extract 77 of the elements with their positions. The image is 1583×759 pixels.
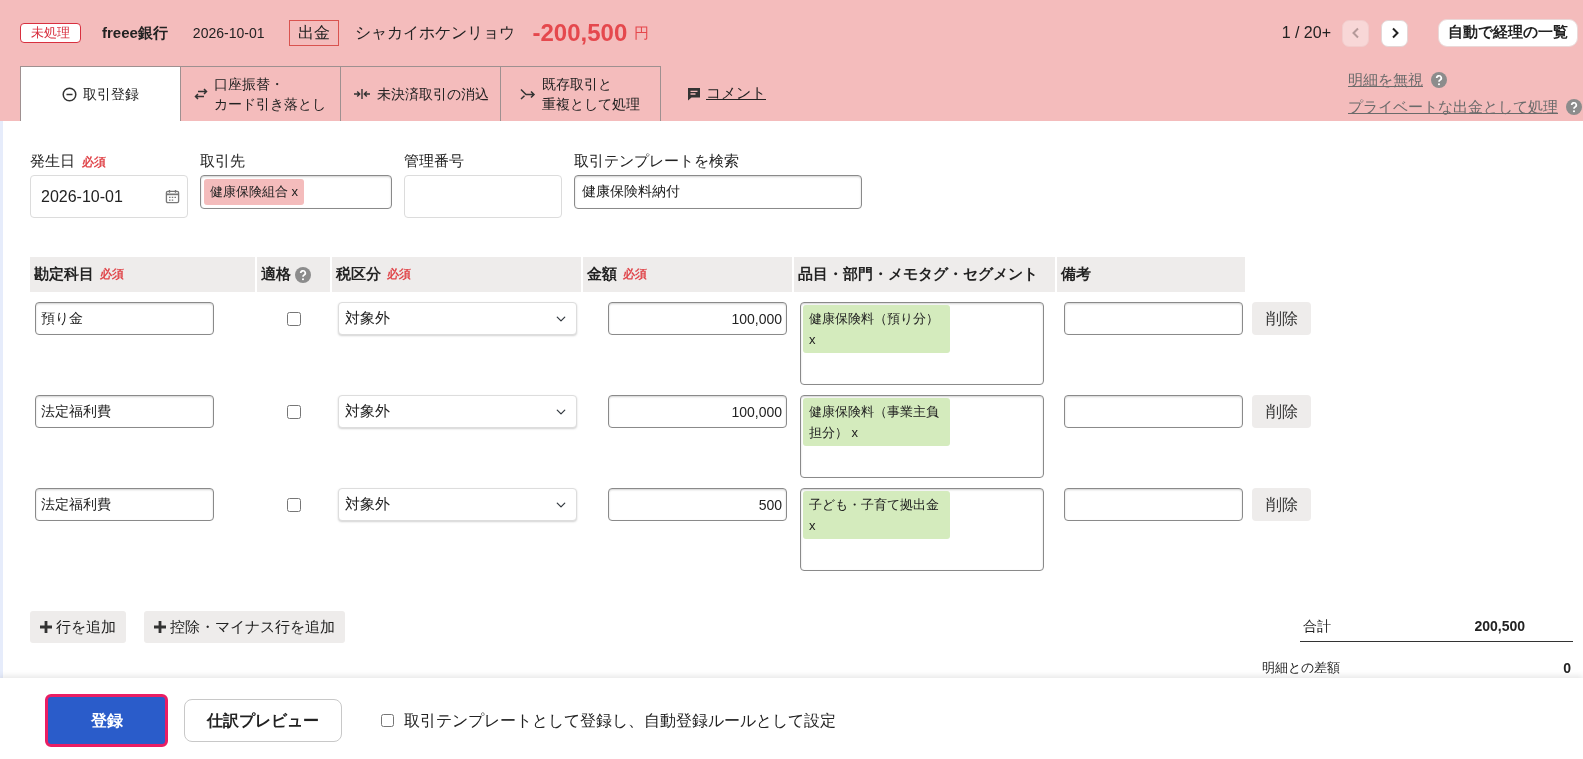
column-label: 税区分	[336, 264, 381, 285]
memo-field[interactable]	[1064, 395, 1243, 428]
checkbox[interactable]	[286, 312, 301, 326]
delete-button[interactable]: 削除	[1252, 302, 1311, 335]
merge-arrow-icon	[519, 88, 536, 100]
required-label: 必須	[623, 266, 647, 282]
amount-text: -200,500	[532, 18, 628, 48]
tax-select[interactable]: 対象外	[338, 395, 577, 428]
tag[interactable]: 健康保険組合 x	[204, 179, 305, 205]
checkbox-label[interactable]: 取引テンプレートとして登録し、自動登録ルールとして設定	[404, 708, 836, 733]
input-field[interactable]	[404, 175, 562, 218]
account-field[interactable]: 預り金	[35, 302, 214, 335]
converging-arrows-icon	[352, 88, 371, 100]
tag-field[interactable]: 健康保険料（事業主負担分） x	[800, 395, 1044, 478]
add-row-button[interactable]: 行を追加	[30, 611, 126, 643]
tag-field[interactable]: 子ども・子育て拠出金 x	[800, 488, 1044, 571]
tag[interactable]: 健康保険料（事業主負担分） x	[803, 398, 950, 446]
comment-link[interactable]: コメント	[687, 82, 766, 105]
amount-field[interactable]: 100,000	[608, 395, 787, 428]
preview-button[interactable]: 仕訳プレビュー	[184, 699, 342, 742]
swap-arrows-icon	[193, 88, 208, 100]
minus-circle-icon	[62, 86, 77, 102]
delete-button[interactable]: 削除	[1252, 488, 1311, 521]
description-text: シャカイホケンリョウ	[355, 23, 516, 44]
field-label: 取引先	[200, 151, 245, 171]
tag-field[interactable]: 健康保険料（預り分） x	[800, 302, 1044, 385]
transaction-date: 2026-10-01	[192, 23, 265, 43]
account-field[interactable]: 法定福利費	[35, 395, 214, 428]
help-icon	[1566, 99, 1582, 115]
field-label: 発生日	[30, 151, 75, 171]
difference-label: 明細との差額	[1262, 659, 1340, 677]
status-badge: 未処理	[20, 23, 81, 43]
checkbox[interactable]	[286, 405, 301, 419]
tab[interactable]: 既存取引と重複として処理	[500, 66, 661, 121]
column-label: 品目・部門・メモタグ・セグメント	[798, 264, 1038, 285]
help-icon	[1431, 72, 1447, 88]
amount-field[interactable]: 100,000	[608, 302, 787, 335]
chevron-left-icon	[1350, 27, 1361, 39]
memo-field[interactable]	[1064, 488, 1243, 521]
checkbox[interactable]	[286, 498, 301, 512]
column-label: 金額	[587, 264, 617, 285]
difference-value: 0	[1563, 659, 1571, 678]
account-name: freee銀行	[102, 22, 168, 43]
plus-icon	[154, 621, 166, 633]
page-position: 1 / 20+	[1281, 23, 1331, 43]
checkbox[interactable]	[381, 714, 394, 727]
delete-button[interactable]: 削除	[1252, 395, 1311, 428]
submit-button[interactable]: 登録	[45, 694, 168, 747]
tag[interactable]: 健康保険料（預り分） x	[803, 305, 950, 353]
memo-field[interactable]	[1064, 302, 1243, 335]
required-label: 必須	[100, 266, 124, 282]
column-label: 備考	[1061, 264, 1091, 285]
account-field[interactable]: 法定福利費	[35, 488, 214, 521]
total-label: 合計	[1303, 616, 1331, 636]
tax-select[interactable]: 対象外	[338, 302, 577, 335]
required-label: 必須	[82, 155, 106, 170]
column-label: 勘定科目	[34, 264, 94, 285]
total-value: 200,500	[1474, 616, 1525, 636]
plus-icon	[40, 621, 52, 633]
field-label: 取引テンプレートを検索	[574, 151, 739, 171]
direction-label: 出金	[289, 20, 340, 46]
calendar-icon	[165, 189, 180, 204]
list-button[interactable]: 自動で経理の一覧	[1438, 19, 1578, 47]
add-deduction-row-button[interactable]: 控除・マイナス行を追加	[144, 611, 345, 643]
column-label: 適格	[261, 264, 291, 285]
field-label: 管理番号	[404, 151, 464, 171]
amount-field[interactable]: 500	[608, 488, 787, 521]
currency-label: 円	[634, 22, 650, 43]
date-field[interactable]: 2026-10-01	[30, 175, 188, 218]
search-field[interactable]: 健康保険料納付	[574, 175, 862, 209]
next-button[interactable]	[1381, 19, 1408, 47]
required-label: 必須	[387, 266, 411, 282]
tag[interactable]: 子ども・子育て拠出金 x	[803, 491, 950, 539]
tab[interactable]: 取引登録	[20, 66, 181, 121]
comment-icon	[687, 86, 701, 101]
tax-select[interactable]: 対象外	[338, 488, 577, 521]
partner-field[interactable]: 健康保険組合 x	[200, 175, 392, 209]
